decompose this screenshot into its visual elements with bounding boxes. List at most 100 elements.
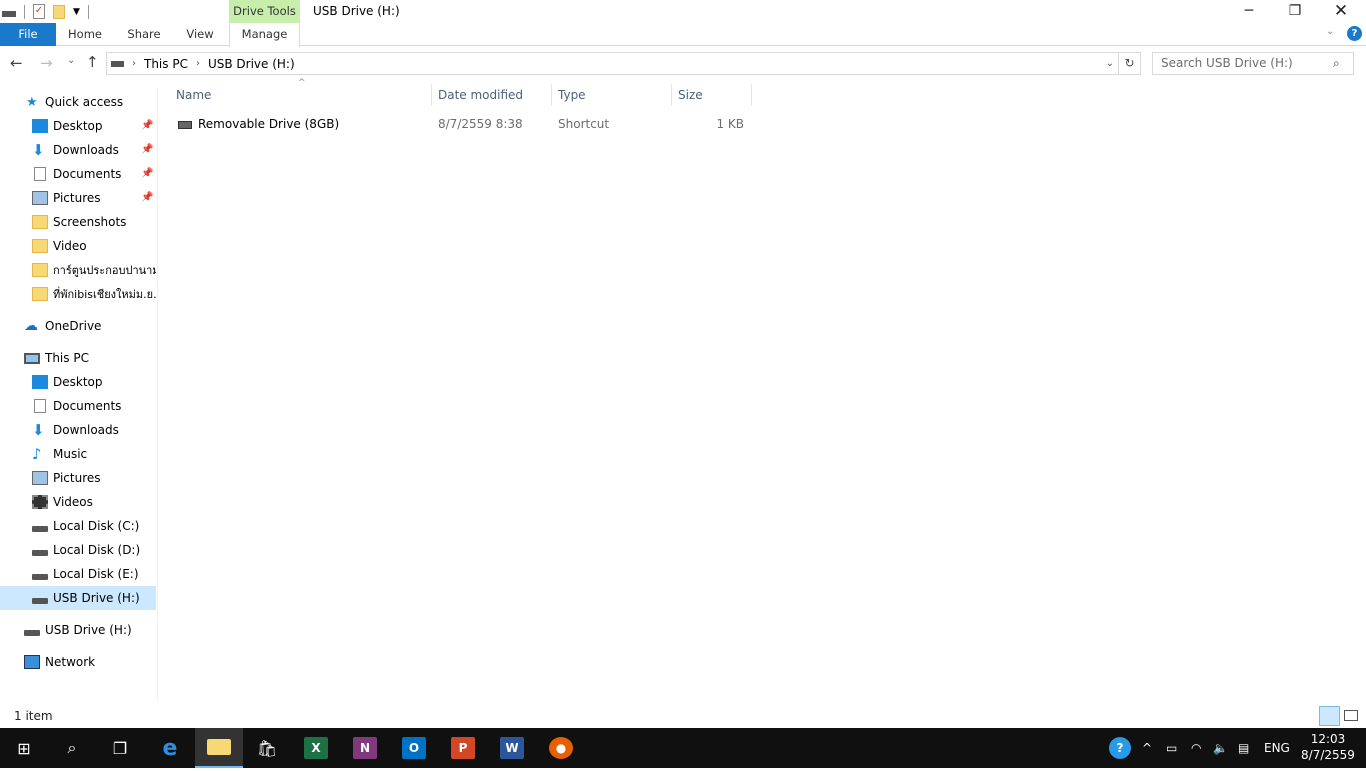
breadcrumb-this-pc[interactable]: This PC [144, 57, 188, 71]
onenote-icon[interactable]: N [341, 728, 389, 768]
search-input[interactable]: Search USB Drive (H:) [1152, 52, 1354, 75]
battery-icon[interactable]: ▭ [1166, 728, 1177, 768]
chevron-right-icon[interactable]: › [132, 58, 136, 69]
tab-file[interactable]: File [0, 23, 56, 46]
nav-qa-thai-folder-1[interactable]: การ์ตูนประกอบปานามา [32, 258, 156, 282]
tab-share[interactable]: Share [118, 23, 170, 46]
store-icon[interactable]: 🛍 [243, 728, 291, 768]
outlook-icon[interactable]: O [390, 728, 438, 768]
address-bar[interactable]: › This PC › USB Drive (H:) ⌄ [106, 52, 1119, 75]
help-tray-icon[interactable]: ? [1109, 737, 1131, 759]
column-type[interactable]: Type [552, 84, 672, 106]
videos-icon [32, 495, 48, 509]
nav-pc-music[interactable]: ♪ Music [32, 442, 87, 466]
file-name: Removable Drive (8GB) [198, 117, 340, 131]
file-row[interactable]: Removable Drive (8GB) 8/7/2559 8:38 Shor… [170, 114, 752, 134]
file-date: 8/7/2559 8:38 [438, 117, 523, 131]
nav-qa-screenshots[interactable]: Screenshots [32, 210, 126, 234]
drive-icon [32, 574, 48, 580]
nav-pc-videos[interactable]: Videos [32, 490, 93, 514]
pin-icon: 📌 [141, 192, 154, 203]
breadcrumb-usb-drive[interactable]: USB Drive (H:) [208, 57, 295, 71]
tab-manage[interactable]: Manage [229, 23, 300, 47]
nav-pc-pictures[interactable]: Pictures [32, 466, 101, 490]
nav-label: Video [53, 239, 87, 253]
search-button[interactable]: ⌕ [48, 728, 96, 768]
column-size[interactable]: Size [672, 84, 752, 106]
language-indicator[interactable]: ENG [1264, 728, 1290, 768]
forward-button[interactable]: → [40, 54, 53, 72]
properties-icon[interactable]: ✓ [33, 4, 45, 19]
drive-icon [24, 630, 40, 636]
tab-view[interactable]: View [176, 23, 224, 46]
start-button[interactable]: ⊞ [0, 728, 48, 768]
nav-label: Documents [53, 399, 122, 413]
nav-onedrive[interactable]: ☁ OneDrive [24, 314, 101, 338]
new-folder-icon[interactable] [53, 4, 65, 19]
download-icon: ⬇ [32, 141, 45, 159]
expand-ribbon-icon[interactable]: ⌄ [1326, 26, 1334, 37]
nav-pc-local-disk-d[interactable]: Local Disk (D:) [32, 538, 140, 562]
column-date-modified[interactable]: Date modified [432, 84, 552, 106]
action-center-icon[interactable]: ▤ [1238, 728, 1249, 768]
nav-qa-desktop[interactable]: Desktop [32, 114, 103, 138]
nav-label: Documents [53, 167, 122, 181]
file-explorer-icon[interactable] [195, 728, 243, 768]
nav-pc-usb-drive[interactable]: USB Drive (H:) [0, 586, 156, 610]
nav-pc-desktop[interactable]: Desktop [32, 370, 103, 394]
word-icon[interactable]: W [488, 728, 536, 768]
nav-qa-downloads[interactable]: ⬇ Downloads [32, 138, 119, 162]
powerpoint-icon[interactable]: P [439, 728, 487, 768]
nav-pc-documents[interactable]: Documents [32, 394, 121, 418]
nav-quick-access[interactable]: ★ Quick access [26, 90, 123, 114]
navigation-pane: ★ Quick access Desktop 📌 ⬇ Downloads 📌 Doc… [0, 88, 158, 700]
firefox-icon[interactable]: ● [537, 728, 585, 768]
nav-label: Downloads [53, 423, 119, 437]
tab-home[interactable]: Home [58, 23, 112, 46]
up-button[interactable]: ↑ [86, 53, 99, 71]
chevron-right-icon[interactable]: › [196, 58, 200, 69]
nav-this-pc[interactable]: This PC [24, 346, 89, 370]
nav-usb-drive[interactable]: USB Drive (H:) [24, 618, 132, 642]
nav-pc-downloads[interactable]: ⬇ Downloads [32, 418, 119, 442]
nav-label: Music [53, 447, 88, 461]
volume-icon[interactable]: 🔈 [1213, 728, 1228, 768]
quick-access-toolbar: ✓ ▼ [2, 4, 89, 19]
file-type: Shortcut [558, 117, 610, 131]
recent-locations-button[interactable]: ⌄ [67, 55, 75, 66]
cloud-icon: ☁ [24, 318, 38, 334]
address-dropdown-icon[interactable]: ⌄ [1106, 58, 1114, 69]
documents-icon [34, 167, 46, 181]
music-icon: ♪ [32, 445, 42, 463]
nav-pc-local-disk-e[interactable]: Local Disk (E:) [32, 562, 139, 586]
nav-pc-local-disk-c[interactable]: Local Disk (C:) [32, 514, 139, 538]
nav-label: USB Drive (H:) [45, 623, 132, 637]
documents-icon [34, 399, 46, 413]
refresh-button[interactable]: ↻ [1119, 52, 1141, 75]
nav-qa-pictures[interactable]: Pictures [32, 186, 101, 210]
wifi-icon[interactable]: ◠ [1191, 728, 1201, 768]
details-view-button[interactable] [1319, 706, 1340, 726]
folder-icon [32, 239, 48, 253]
nav-qa-video[interactable]: Video [32, 234, 87, 258]
close-button[interactable]: ✕ [1318, 0, 1364, 23]
show-hidden-icons-button[interactable]: ^ [1142, 728, 1152, 768]
nav-label: This PC [45, 351, 89, 365]
minimize-button[interactable]: ─ [1226, 0, 1272, 23]
customize-qat-icon[interactable]: ▼ [73, 7, 80, 17]
window-title: USB Drive (H:) [313, 4, 400, 18]
excel-icon[interactable]: X [292, 728, 340, 768]
computer-icon [24, 352, 40, 364]
help-icon[interactable]: ? [1347, 26, 1362, 41]
back-button[interactable]: ← [10, 54, 23, 72]
maximize-button[interactable]: ❐ [1272, 0, 1318, 23]
edge-icon[interactable]: e [146, 728, 194, 768]
pin-icon: 📌 [141, 144, 154, 155]
nav-network[interactable]: Network [24, 650, 95, 674]
large-icons-view-button[interactable] [1344, 710, 1358, 721]
column-name[interactable]: Name [170, 84, 432, 106]
task-view-button[interactable]: ❐ [96, 728, 144, 768]
nav-qa-thai-folder-2[interactable]: ที่พักibisเชียงใหม่ม.ย.- [32, 282, 156, 306]
nav-qa-documents[interactable]: Documents [32, 162, 121, 186]
clock[interactable]: 12:03 8/7/2559 [1300, 731, 1356, 771]
